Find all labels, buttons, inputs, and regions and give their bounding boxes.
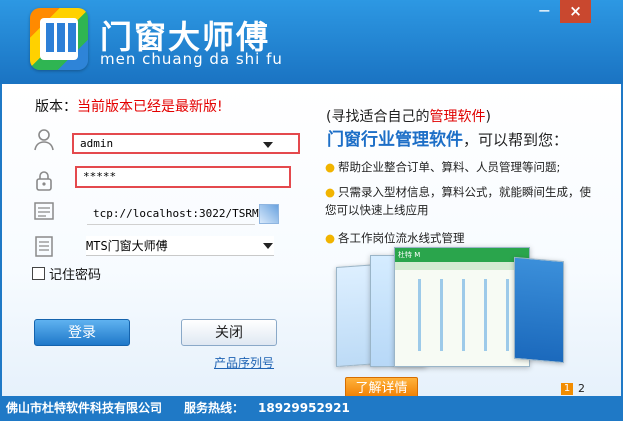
remember-password-checkbox[interactable]: 记住密码 <box>32 264 101 283</box>
hotline-number: 18929952921 <box>258 401 350 415</box>
screenshot-menu <box>395 262 529 270</box>
close-window-button[interactable]: × <box>560 0 591 23</box>
footer-bar: 佛山市杜特软件科技有限公司 服务热线： 18929952921 <box>0 396 623 421</box>
minimize-button[interactable]: − <box>530 0 559 23</box>
screenshot-preview: 杜特 M <box>394 247 530 367</box>
login-window: 门窗大师傅 men chuang da shi fu − × 版本：当前版本已经… <box>0 0 623 421</box>
database-select[interactable]: MTS门窗大师傅 <box>86 236 274 256</box>
logo-pane <box>68 23 76 52</box>
promo-subtitle-prefix: (寻找适合自己的 <box>326 109 430 125</box>
screenshot-title: 杜特 M <box>395 248 529 262</box>
serial-number-link[interactable]: 产品序列号 <box>214 354 274 371</box>
promo-title: 门窗行业管理软件，可以帮到您： <box>327 125 568 150</box>
feature-text: 帮助企业整合订单、算料、人员管理等问题; <box>338 160 561 174</box>
server-address-input[interactable]: tcp://localhost:3022/TSRMT. <box>87 205 272 225</box>
promo-subtitle: (寻找适合自己的管理软件) <box>326 106 491 126</box>
feature-item: ● 只需录入型材信息，算料公式，就能瞬间生成，使您可以快速上线应用 <box>325 183 595 219</box>
promo-subtitle-suffix: ) <box>485 109 491 125</box>
feature-item: ● 帮助企业整合订单、算料、人员管理等问题; <box>325 158 595 176</box>
product-screenshots: 杜特 M <box>336 247 564 371</box>
logo-pane <box>46 23 54 52</box>
hotline-label: 服务热线： <box>184 401 245 415</box>
app-subtitle: men chuang da shi fu <box>100 50 283 68</box>
screenshot-preview <box>514 256 564 364</box>
promo-subtitle-highlight: 管理软件 <box>429 109 486 125</box>
chevron-down-icon[interactable] <box>263 142 273 148</box>
feature-text: 只需录入型材信息，算料公式，就能瞬间生成，使您可以快速上线应用 <box>325 185 591 217</box>
password-field[interactable]: ***** <box>75 166 291 188</box>
login-button[interactable]: 登录 <box>34 319 130 346</box>
user-icon <box>32 128 56 152</box>
version-status: 当前版本已经是最新版! <box>77 99 223 115</box>
window-header: 门窗大师傅 men chuang da shi fu − × <box>0 0 623 84</box>
lightbulb-icon: ● <box>325 185 336 199</box>
database-list-icon <box>32 234 56 258</box>
promo-title-tail: ，可以帮到您： <box>463 131 569 149</box>
remember-password-label: 记住密码 <box>49 268 102 283</box>
promo-title-main: 门窗行业管理软件 <box>327 130 463 150</box>
lightbulb-icon: ● <box>325 160 336 174</box>
server-settings-icon[interactable] <box>259 204 279 224</box>
feature-text: 各工作岗位流水线式管理 <box>338 231 465 245</box>
chevron-down-icon[interactable] <box>263 243 273 249</box>
close-button[interactable]: 关闭 <box>181 319 277 346</box>
lightbulb-icon: ● <box>325 231 336 245</box>
lock-icon <box>32 169 56 193</box>
page-indicator-1[interactable]: 1 <box>561 383 573 395</box>
server-icon <box>32 199 56 223</box>
company-name: 佛山市杜特软件科技有限公司 <box>6 401 163 415</box>
checkbox-icon[interactable] <box>32 267 45 280</box>
page-indicator-2[interactable]: 2 <box>578 382 585 395</box>
version-label: 版本： <box>35 99 77 115</box>
version-line: 版本：当前版本已经是最新版! <box>35 96 223 116</box>
screenshot-icons <box>405 279 517 351</box>
app-logo <box>30 8 88 70</box>
feature-item: ● 各工作岗位流水线式管理 <box>325 229 595 247</box>
logo-pane <box>57 23 65 52</box>
